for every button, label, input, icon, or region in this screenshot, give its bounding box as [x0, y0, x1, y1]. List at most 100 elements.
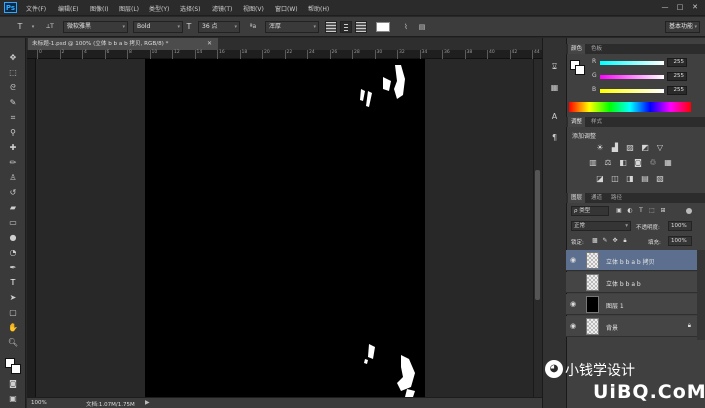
- blur-tool-icon[interactable]: ●: [6, 232, 20, 244]
- type-tool-icon-active[interactable]: T: [6, 277, 20, 289]
- tab-close-icon[interactable]: ✕: [207, 40, 212, 47]
- lock-image-icon[interactable]: ✎: [600, 236, 610, 246]
- character-panel-icon[interactable]: ▤: [416, 21, 428, 33]
- menu-help[interactable]: 帮助(H): [308, 4, 329, 13]
- channel-r-slider[interactable]: [600, 61, 664, 65]
- exposure-adjust-icon[interactable]: ◩: [640, 143, 650, 153]
- tab-adjustments[interactable]: 调整: [568, 117, 586, 127]
- visibility-eye-icon[interactable]: ◉: [570, 322, 578, 330]
- font-size-select[interactable]: 36 点 ▾: [198, 21, 240, 33]
- gradient-tool-icon[interactable]: ▭: [6, 217, 20, 229]
- filter-toggle-icon[interactable]: [686, 208, 692, 214]
- menu-window[interactable]: 窗口(W): [275, 4, 298, 13]
- filter-shape-icon[interactable]: ⬚: [647, 206, 657, 216]
- threshold-adjust-icon[interactable]: ◨: [625, 174, 635, 184]
- layer-name[interactable]: 图层 1: [606, 301, 624, 310]
- hand-tool-icon[interactable]: ✋: [6, 322, 20, 334]
- selective-color-adjust-icon[interactable]: ▧: [655, 174, 665, 184]
- status-menu-arrow-icon[interactable]: ▶: [145, 399, 150, 406]
- screen-mode-icon[interactable]: ▣: [6, 393, 20, 405]
- lock-transparent-icon[interactable]: ▩: [590, 236, 600, 246]
- filter-adjust-icon[interactable]: ◐: [625, 206, 635, 216]
- tab-layers[interactable]: 图层: [568, 193, 586, 203]
- tab-paths[interactable]: 路径: [608, 193, 625, 203]
- healing-brush-tool-icon[interactable]: ✚: [6, 142, 20, 154]
- minimize-icon[interactable]: —: [660, 3, 670, 12]
- align-right-icon[interactable]: [355, 21, 367, 33]
- eraser-tool-icon[interactable]: ▰: [6, 202, 20, 214]
- menu-edit[interactable]: 编辑(E): [58, 4, 78, 13]
- curves-adjust-icon[interactable]: ▨: [625, 143, 635, 153]
- crop-tool-icon[interactable]: ⌗: [6, 112, 20, 124]
- path-select-tool-icon[interactable]: ➤: [6, 292, 20, 304]
- type-tool-icon[interactable]: T: [14, 21, 26, 33]
- color-balance-adjust-icon[interactable]: ⚖: [603, 158, 613, 168]
- channel-r-value[interactable]: 255: [667, 58, 687, 67]
- visibility-eye-icon[interactable]: ◉: [570, 300, 578, 308]
- visibility-eye-icon[interactable]: ◉: [570, 256, 578, 264]
- tab-styles[interactable]: 样式: [588, 117, 605, 127]
- quick-mask-icon[interactable]: ◙: [6, 378, 20, 390]
- close-icon[interactable]: ✕: [690, 3, 700, 12]
- tab-channels[interactable]: 通道: [588, 193, 605, 203]
- channel-b-slider[interactable]: [600, 89, 664, 93]
- document-canvas[interactable]: [145, 59, 425, 397]
- font-family-select[interactable]: 微软雅黑 ▾: [63, 21, 128, 33]
- text-orientation-icon[interactable]: ⟂T: [44, 21, 56, 33]
- menu-view[interactable]: 视图(V): [243, 4, 264, 13]
- lock-all-icon[interactable]: 🔒︎: [620, 236, 630, 246]
- layer-row[interactable]: ◉ 背景 🔒︎: [566, 316, 697, 337]
- brush-tool-icon[interactable]: ✏: [6, 157, 20, 169]
- color-bg-swatch[interactable]: [575, 65, 585, 75]
- levels-adjust-icon[interactable]: ▟: [610, 143, 620, 153]
- move-tool-icon[interactable]: ✥: [6, 52, 20, 64]
- lock-position-icon[interactable]: ✥: [610, 236, 620, 246]
- layer-name[interactable]: 背景: [606, 323, 618, 332]
- workspace-select[interactable]: 基本功能 ▾: [665, 21, 700, 33]
- color-spectrum-ramp[interactable]: [569, 102, 691, 112]
- history-panel-icon[interactable]: ⌛︎: [548, 62, 561, 74]
- eyedropper-tool-icon[interactable]: ⚲: [6, 127, 20, 139]
- vertical-scroll-thumb[interactable]: [535, 170, 540, 300]
- menu-type[interactable]: 类型(Y): [149, 4, 169, 13]
- clone-stamp-tool-icon[interactable]: ♙: [6, 172, 20, 184]
- hue-sat-adjust-icon[interactable]: ▥: [588, 158, 598, 168]
- pen-tool-icon[interactable]: ✒: [6, 262, 20, 274]
- layer-row[interactable]: ◉ 立体 b b a b: [566, 272, 697, 293]
- invert-adjust-icon[interactable]: ◪: [595, 174, 605, 184]
- filter-type-icon[interactable]: T: [636, 206, 646, 216]
- channel-g-value[interactable]: 255: [667, 72, 687, 81]
- tab-color[interactable]: 颜色: [568, 44, 586, 54]
- align-center-icon[interactable]: [340, 21, 352, 33]
- photo-filter-adjust-icon[interactable]: ◙: [633, 158, 643, 168]
- maximize-icon[interactable]: □: [675, 3, 685, 12]
- visibility-eye-icon-hidden[interactable]: ◉: [570, 278, 578, 286]
- paragraph-panel-icon[interactable]: ¶: [548, 133, 561, 145]
- anti-alias-select[interactable]: 浑厚 ▾: [265, 21, 319, 33]
- layer-row[interactable]: ◉ 图层 1: [566, 294, 697, 315]
- rectangle-tool-icon[interactable]: ▢: [6, 307, 20, 319]
- zoom-level[interactable]: 100%: [31, 400, 47, 406]
- filter-pixel-icon[interactable]: ▣: [614, 206, 624, 216]
- black-white-adjust-icon[interactable]: ◧: [618, 158, 628, 168]
- document-tab[interactable]: 未标题-1.psd @ 100% (立体 b b a b 拷贝, RGB/8) …: [28, 38, 218, 50]
- marquee-tool-icon[interactable]: ⬚: [6, 67, 20, 79]
- properties-panel-icon[interactable]: ▦: [548, 83, 561, 95]
- color-lookup-adjust-icon[interactable]: ▦: [663, 158, 673, 168]
- warp-text-icon[interactable]: ⌇: [400, 21, 412, 33]
- menu-select[interactable]: 选择(S): [180, 4, 201, 13]
- brightness-adjust-icon[interactable]: ☀: [595, 143, 605, 153]
- dodge-tool-icon[interactable]: ◔: [6, 247, 20, 259]
- layers-scrollbar[interactable]: [697, 250, 705, 340]
- quick-select-tool-icon[interactable]: ✎: [6, 97, 20, 109]
- background-color-swatch[interactable]: [11, 364, 21, 374]
- layer-name[interactable]: 立体 b b a b 拷贝: [606, 257, 655, 266]
- history-brush-tool-icon[interactable]: ↺: [6, 187, 20, 199]
- menu-image[interactable]: 图像(I): [90, 4, 108, 13]
- layer-row[interactable]: ◉ 立体 b b a b 拷贝: [566, 250, 697, 271]
- text-color-swatch[interactable]: [376, 22, 390, 32]
- channel-b-value[interactable]: 255: [667, 86, 687, 95]
- filter-smart-icon[interactable]: ⊞: [658, 206, 668, 216]
- menu-layer[interactable]: 图层(L): [119, 4, 139, 13]
- layer-name[interactable]: 立体 b b a b: [606, 279, 641, 288]
